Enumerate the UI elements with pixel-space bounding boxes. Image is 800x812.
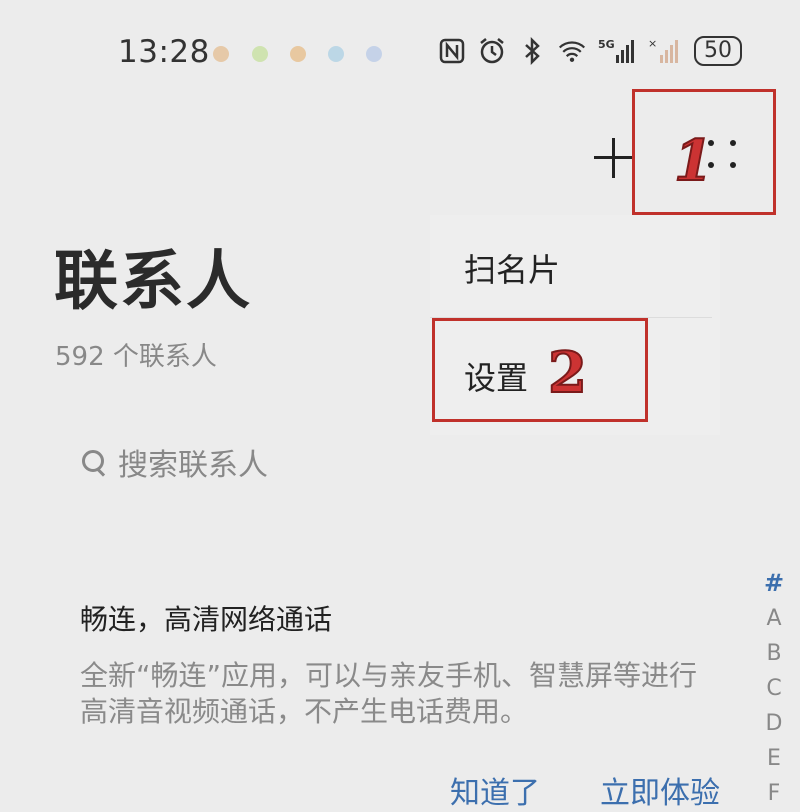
bluetooth-icon (518, 37, 546, 65)
alarm-icon (478, 37, 506, 65)
notification-icon (252, 46, 268, 62)
notification-icon (328, 46, 344, 62)
promo-description: 全新“畅连”应用，可以与亲友手机、智慧屏等进行高清音视频通话，不产生电话费用。 (80, 659, 698, 728)
status-time: 13:28 (118, 34, 210, 70)
search-bar[interactable]: 搜索联系人 (82, 440, 268, 484)
index-letter[interactable]: # (760, 566, 788, 601)
notification-icon (213, 46, 229, 62)
index-letter[interactable]: D (760, 706, 788, 741)
search-icon (82, 450, 106, 474)
menu-item-scan-card[interactable]: 扫名片 (464, 245, 560, 291)
status-icons: 5G × 50 (438, 36, 742, 66)
signal-no-sim-icon: × (648, 37, 682, 65)
page-title: 联系人 (54, 245, 252, 319)
annotation-box-2 (432, 318, 648, 422)
svg-text:5G: 5G (598, 38, 615, 51)
annotation-number-2: 2 (547, 339, 588, 407)
nfc-icon (438, 37, 466, 65)
promo-title: 畅连，高清网络通话 (80, 603, 333, 636)
more-options-button[interactable] (708, 140, 738, 172)
index-letter[interactable]: E (760, 741, 788, 776)
wifi-icon (558, 37, 586, 65)
dismiss-button[interactable]: 知道了 (450, 768, 540, 812)
search-placeholder: 搜索联系人 (118, 448, 268, 483)
index-letter[interactable]: C (760, 671, 788, 706)
add-contact-button[interactable] (594, 138, 634, 178)
alphabet-index[interactable]: # A B C D E F (760, 566, 788, 811)
svg-text:×: × (648, 37, 657, 50)
notification-icon (366, 46, 382, 62)
try-now-button[interactable]: 立即体验 (600, 768, 720, 812)
notification-icon (290, 46, 306, 62)
index-letter[interactable]: B (760, 636, 788, 671)
signal-5g-icon: 5G (598, 37, 636, 65)
index-letter[interactable]: F (760, 776, 788, 811)
contact-count: 592 个联系人 (55, 342, 217, 372)
index-letter[interactable]: A (760, 601, 788, 636)
battery-indicator: 50 (694, 36, 742, 66)
